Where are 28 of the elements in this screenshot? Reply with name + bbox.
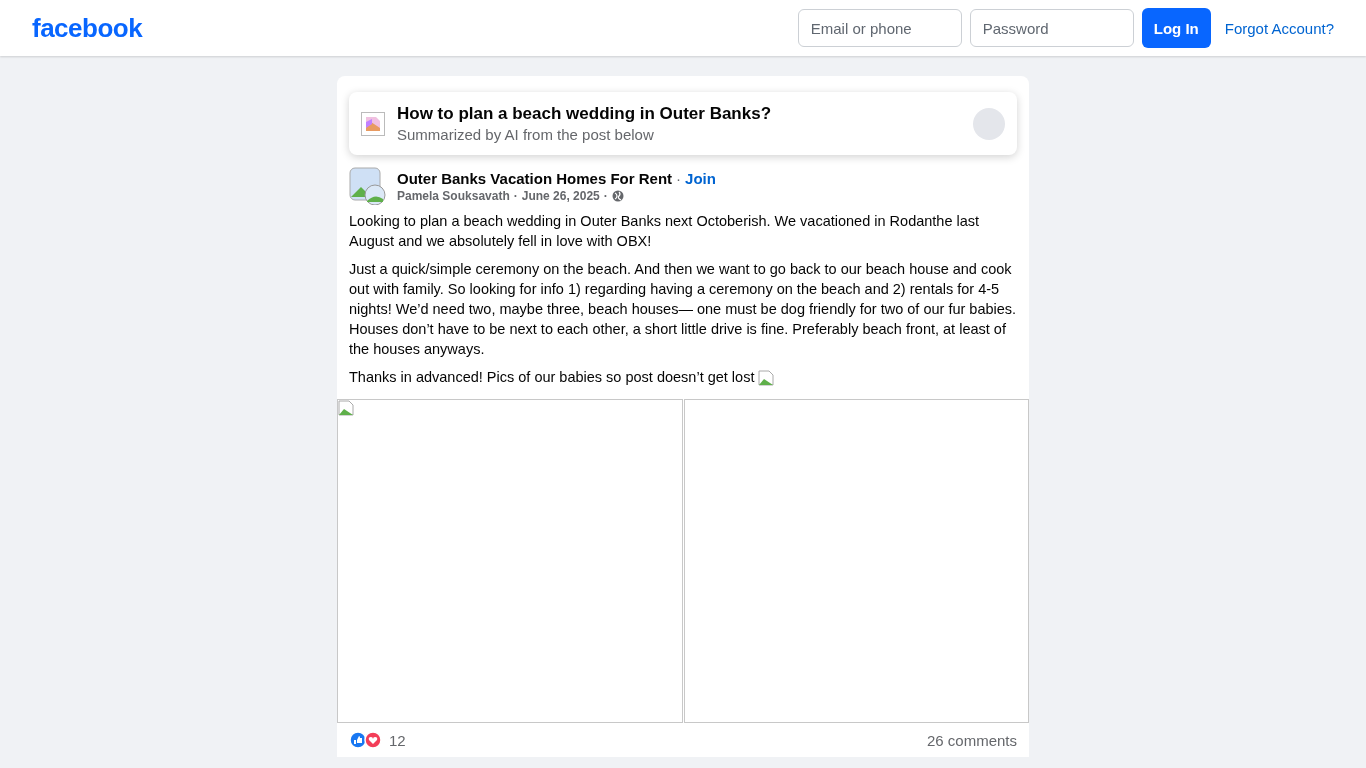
group-name-link[interactable]: Outer Banks Vacation Homes For Rent <box>397 169 673 187</box>
broken-image-icon <box>758 370 775 387</box>
reaction-count[interactable]: 12 <box>389 731 406 749</box>
summary-card[interactable]: How to plan a beach wedding in Outer Banks? Summarized by AI from the post below <box>349 92 1017 155</box>
login-button[interactable]: Log In <box>1141 8 1211 48</box>
summary-title: How to plan a beach wedding in Outer Banks? <box>397 104 773 124</box>
globe-icon <box>611 189 624 202</box>
summary-subtitle: Summarized by AI from the post below <box>397 126 655 143</box>
post-date[interactable]: June 26, 2025 <box>521 188 600 203</box>
post-text: Looking to plan a beach wedding in Outer Banks next Octoberish. We vacationed in Rodanthe last August and we absolutely fell in love with OBX! <box>349 212 981 251</box>
post-text: Thanks in advanced! Pics of our babies so post doesn’t get lost <box>349 367 1017 387</box>
facebook-logo[interactable]: facebook <box>32 12 143 44</box>
forgot-account-link[interactable]: Forgot Account? <box>1224 19 1334 37</box>
password-field[interactable]: Password <box>969 9 1134 47</box>
separator-dot: · <box>676 169 682 187</box>
photo-frame[interactable] <box>337 399 683 723</box>
group-avatar-icon[interactable] <box>349 167 387 205</box>
comment-count[interactable]: 26 comments <box>926 731 1017 749</box>
email-field[interactable]: Email or phone <box>797 9 962 47</box>
join-link[interactable]: Join <box>685 169 716 187</box>
photo-frame[interactable] <box>683 399 1029 723</box>
broken-image-icon <box>361 111 385 136</box>
round-button[interactable] <box>973 107 1005 140</box>
separator-dot: · <box>603 188 608 203</box>
author-name[interactable]: Pamela Souksavath <box>397 188 510 203</box>
separator-dot: · <box>513 188 518 203</box>
reaction-icons[interactable] <box>349 731 383 749</box>
post-text: Just a quick/simple ceremony on the beach. And then we want to go back to our beach house and cook out with family. So looking for info 1) regarding having a ceremony on the beach and 2) rentals for 4-5 nights! We’d need two, maybe three, beach houses— one must be dog friendly for two of our fur babies. Houses don’t have to be next to each other, a short little drive is fine. Preferably beach front, at least of the houses anyways. <box>349 260 1017 359</box>
